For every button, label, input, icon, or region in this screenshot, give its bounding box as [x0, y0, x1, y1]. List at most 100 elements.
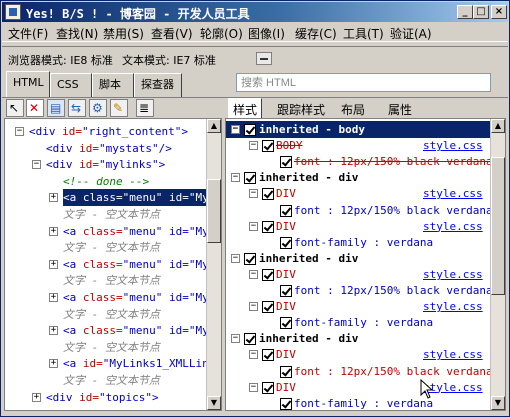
tab-css[interactable]: CSS: [50, 73, 92, 97]
tab-trace-styles[interactable]: 跟踪样式: [277, 101, 325, 118]
expand-icon[interactable]: +: [49, 359, 58, 369]
style-scrollbar[interactable]: ▲ ▼: [490, 119, 505, 410]
rule-checkbox[interactable]: [280, 285, 292, 297]
style-row[interactable]: − inherited - div: [226, 330, 491, 347]
collapse-icon[interactable]: −: [249, 350, 258, 360]
scroll-down-icon[interactable]: ▼: [207, 396, 221, 410]
menu-outline[interactable]: 轮廓(O): [200, 25, 243, 42]
rule-checkbox[interactable]: [262, 188, 274, 201]
style-row[interactable]: − inherited - body: [226, 121, 491, 138]
close-button[interactable]: ×: [491, 5, 507, 19]
stylesheet-link[interactable]: style.css: [423, 137, 483, 154]
clear-icon[interactable]: ✕: [26, 99, 44, 117]
save-icon[interactable]: ▤: [47, 99, 65, 117]
style-row[interactable]: font : 12px/150% black verdana: [226, 153, 493, 170]
rule-checkbox[interactable]: [262, 268, 274, 281]
minimize-panel-icon[interactable]: [256, 52, 272, 65]
search-input[interactable]: [236, 73, 491, 92]
rule-checkbox[interactable]: [262, 301, 274, 314]
tab-script[interactable]: 脚本: [92, 73, 134, 97]
minimize-button[interactable]: _: [457, 5, 473, 19]
collapse-icon[interactable]: −: [231, 125, 240, 134]
style-row[interactable]: − DIV style.css: [226, 266, 491, 283]
collapse-icon[interactable]: −: [32, 160, 41, 170]
style-row[interactable]: − inherited - div: [226, 250, 491, 267]
edit-icon[interactable]: ✎: [110, 99, 128, 117]
style-row[interactable]: font : 12px/150% black verdana: [226, 282, 493, 299]
stylesheet-link[interactable]: style.css: [423, 346, 483, 363]
tab-html[interactable]: HTML: [6, 71, 50, 98]
select-element-icon[interactable]: ↖: [6, 99, 24, 117]
style-row[interactable]: − inherited - div: [226, 169, 491, 186]
tree-scrollbar[interactable]: ▲ ▼: [206, 119, 221, 410]
menu-validate[interactable]: 验证(A): [390, 25, 432, 42]
collapse-icon[interactable]: −: [231, 253, 240, 263]
scroll-up-icon[interactable]: ▲: [207, 119, 221, 133]
rule-checkbox[interactable]: [262, 349, 274, 362]
scroll-down-icon[interactable]: ▼: [491, 396, 505, 410]
expand-icon[interactable]: +: [49, 259, 58, 269]
style-row[interactable]: font : 12px/150% black verdana: [226, 202, 493, 219]
collapse-icon[interactable]: −: [249, 302, 258, 312]
stylesheet-link[interactable]: style.css: [423, 298, 483, 315]
rule-checkbox[interactable]: [262, 220, 274, 233]
dom-icon[interactable]: ⚙: [89, 99, 107, 117]
rule-checkbox[interactable]: [244, 252, 256, 265]
refresh-icon[interactable]: ⇆: [68, 99, 86, 117]
rule-checkbox[interactable]: [280, 236, 292, 249]
collapse-icon[interactable]: −: [249, 382, 258, 392]
expand-icon[interactable]: +: [49, 226, 58, 236]
stylesheet-link[interactable]: style.css: [423, 266, 483, 283]
browser-mode[interactable]: 浏览器模式: IE8 标准: [8, 52, 113, 68]
menu-tools[interactable]: 工具(T): [343, 25, 384, 42]
rule-checkbox[interactable]: [244, 124, 256, 136]
tab-style[interactable]: 样式: [228, 98, 263, 118]
collapse-icon[interactable]: −: [231, 334, 240, 344]
rule-checkbox[interactable]: [280, 365, 292, 378]
collapse-icon[interactable]: −: [249, 221, 258, 231]
rule-checkbox[interactable]: [262, 381, 274, 394]
scroll-thumb[interactable]: [207, 179, 221, 243]
rule-checkbox[interactable]: [280, 204, 292, 217]
style-row[interactable]: − DIV style.css: [226, 346, 491, 363]
rule-checkbox[interactable]: [244, 172, 256, 185]
style-row[interactable]: − DIV style.css: [226, 379, 491, 396]
word-wrap-icon[interactable]: ≣: [136, 99, 154, 117]
maximize-button[interactable]: □: [473, 5, 489, 19]
collapse-icon[interactable]: −: [231, 173, 240, 183]
tab-attributes[interactable]: 属性: [388, 101, 412, 118]
collapse-icon[interactable]: −: [249, 189, 258, 199]
style-row[interactable]: font : 12px/150% black verdana: [226, 363, 493, 380]
stylesheet-link[interactable]: style.css: [423, 185, 483, 202]
style-row[interactable]: − DIV style.css: [226, 298, 491, 315]
stylesheet-link[interactable]: style.css: [423, 218, 483, 235]
collapse-icon[interactable]: −: [249, 141, 258, 151]
scroll-up-icon[interactable]: ▲: [491, 119, 505, 133]
menu-file[interactable]: 文件(F): [8, 25, 48, 42]
style-row[interactable]: font-family : verdana: [226, 234, 491, 251]
expand-icon[interactable]: +: [49, 293, 58, 302]
expand-icon[interactable]: +: [49, 193, 58, 203]
rule-checkbox[interactable]: [280, 397, 292, 410]
menu-find[interactable]: 查找(N): [56, 25, 98, 42]
style-row[interactable]: font-family : verdana: [226, 395, 491, 410]
menu-images[interactable]: 图像(I): [248, 25, 285, 42]
menu-disable[interactable]: 禁用(S): [103, 25, 144, 42]
document-mode[interactable]: 文本模式: IE7 标准: [122, 52, 216, 68]
menu-cache[interactable]: 缓存(C): [295, 25, 337, 42]
style-row[interactable]: − DIV style.css: [226, 185, 491, 202]
style-row[interactable]: − DIV style.css: [226, 218, 491, 235]
tab-layout[interactable]: 布局: [341, 101, 365, 118]
style-row[interactable]: − BODY style.css: [226, 137, 491, 154]
expand-icon[interactable]: +: [49, 326, 58, 336]
scroll-thumb[interactable]: [491, 157, 505, 295]
rule-checkbox[interactable]: [280, 156, 292, 169]
rule-checkbox[interactable]: [262, 140, 274, 153]
rule-checkbox[interactable]: [244, 333, 256, 346]
menu-view[interactable]: 查看(V): [151, 25, 193, 42]
style-row[interactable]: font-family : verdana: [226, 314, 491, 331]
tab-profiler[interactable]: 探查器: [134, 73, 182, 97]
collapse-icon[interactable]: −: [15, 127, 24, 136]
rule-checkbox[interactable]: [280, 317, 292, 330]
collapse-icon[interactable]: −: [249, 269, 258, 279]
